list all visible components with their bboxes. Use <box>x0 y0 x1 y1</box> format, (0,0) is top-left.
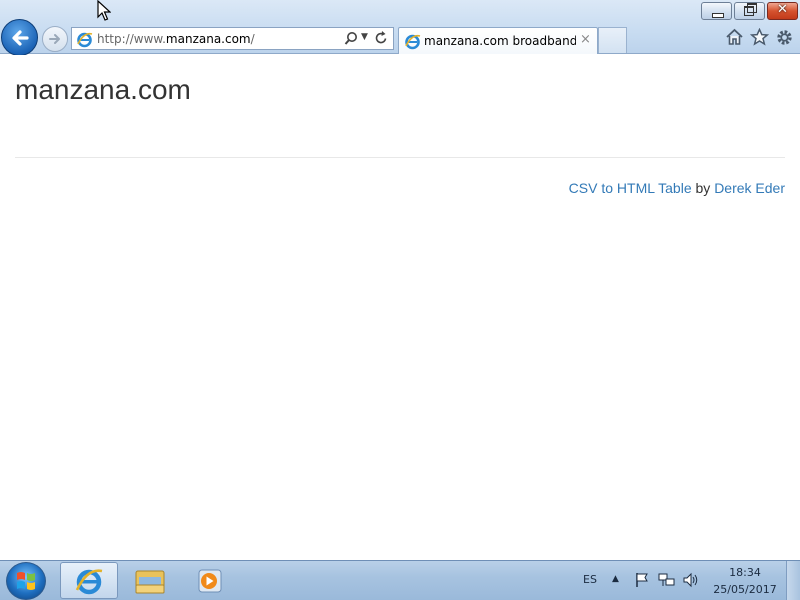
home-icon[interactable] <box>725 28 744 50</box>
address-bar[interactable]: http://www.manzana.com/ ▼ <box>71 27 394 50</box>
screen: ✕ http://www.manzana.com/ ▼ manzana.com … <box>0 0 800 600</box>
search-icon[interactable] <box>344 31 358 50</box>
close-icon: ✕ <box>777 2 788 17</box>
windows-logo-icon <box>17 572 35 590</box>
restore-button[interactable] <box>734 2 765 20</box>
media-player-icon <box>198 569 222 592</box>
taskbar-internet-explorer[interactable] <box>60 562 118 599</box>
forward-button[interactable] <box>42 26 68 52</box>
arrow-right-icon <box>49 34 60 44</box>
new-tab-button[interactable] <box>598 27 627 53</box>
url-prefix: http://www. <box>97 32 166 46</box>
mouse-cursor-icon <box>97 0 112 26</box>
star-icon[interactable] <box>749 27 770 50</box>
page-content: manzana.com CSV to HTML Table by Derek E… <box>0 55 800 560</box>
derek-eder-link[interactable]: Derek Eder <box>714 180 785 196</box>
taskbar-file-explorer[interactable] <box>121 562 179 599</box>
tab-close-icon[interactable]: × <box>580 32 591 47</box>
chevron-down-icon[interactable]: ▼ <box>361 32 368 42</box>
footer-by-text: by <box>695 180 711 196</box>
arrow-left-icon <box>11 29 29 46</box>
ie-icon <box>75 568 103 594</box>
taskbar: ES ▲ 18:34 25/05/2017 <box>0 560 800 600</box>
gear-icon[interactable] <box>775 28 794 51</box>
footer-credit: CSV to HTML Table by Derek Eder <box>569 180 785 196</box>
minimize-button[interactable] <box>701 2 732 20</box>
clock-time[interactable]: 18:34 <box>712 566 778 579</box>
start-button[interactable] <box>6 562 46 600</box>
page-title: manzana.com <box>15 74 191 105</box>
show-hidden-icons[interactable]: ▲ <box>612 574 619 584</box>
flag-icon[interactable] <box>634 572 650 592</box>
address-url[interactable]: http://www.manzana.com/ <box>97 32 255 46</box>
browser-chrome: ✕ http://www.manzana.com/ ▼ manzana.com … <box>0 0 800 56</box>
close-button[interactable]: ✕ <box>767 2 798 20</box>
folder-icon <box>135 570 165 593</box>
url-host: manzana.com <box>165 32 251 46</box>
refresh-icon[interactable] <box>374 30 388 50</box>
clock-date[interactable]: 25/05/2017 <box>712 583 778 596</box>
url-suffix: / <box>250 32 255 46</box>
language-indicator[interactable]: ES <box>583 573 597 586</box>
network-icon[interactable] <box>658 572 676 592</box>
csv-to-html-table-link[interactable]: CSV to HTML Table <box>569 180 692 196</box>
tab-title: manzana.com broadband ... <box>424 34 576 48</box>
divider <box>15 157 785 158</box>
tab-manzana[interactable]: manzana.com broadband ... × <box>398 27 598 54</box>
show-desktop-button[interactable] <box>786 561 800 600</box>
ie-icon <box>404 33 421 54</box>
back-button[interactable] <box>1 19 38 56</box>
volume-icon[interactable] <box>682 572 700 592</box>
ie-icon <box>76 31 93 52</box>
taskbar-media-player[interactable] <box>181 562 239 599</box>
